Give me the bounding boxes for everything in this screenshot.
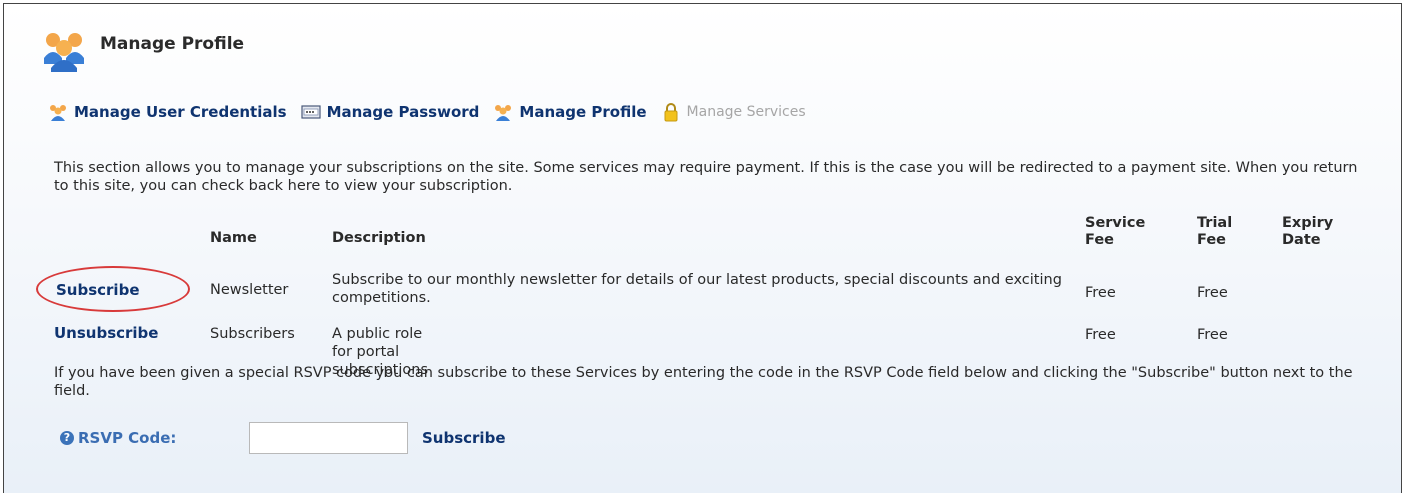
row-name: Newsletter <box>210 282 289 298</box>
rsvp-code-label: RSVP Code: <box>78 429 177 447</box>
users-icon <box>50 105 66 121</box>
column-header-service-fee: Service Fee <box>1085 215 1146 248</box>
profile-tabs: Manage User Credentials Manage Password … <box>48 99 806 125</box>
rsvp-instructions: If you have been given a special RSVP co… <box>54 365 1353 399</box>
row-trial-fee: Free <box>1197 327 1228 343</box>
manage-profile-panel: Manage Profile Manage User Credentials M… <box>3 3 1402 493</box>
tab-label: Manage User Credentials <box>74 103 287 121</box>
tab-label: Manage Services <box>686 104 806 120</box>
rsvp-form: ? RSVP Code: Subscribe <box>60 422 660 456</box>
page-title: Manage Profile <box>100 34 245 54</box>
users-icon <box>44 33 84 72</box>
row-service-fee: Free <box>1085 327 1116 343</box>
row-name: Subscribers <box>210 326 295 342</box>
row-trial-fee: Free <box>1197 285 1228 301</box>
rsvp-subscribe-button[interactable]: Subscribe <box>422 429 506 447</box>
unsubscribe-link[interactable]: Unsubscribe <box>54 324 158 342</box>
rsvp-code-input[interactable] <box>249 422 408 454</box>
column-header-expiry-date: Expiry Date <box>1282 215 1334 248</box>
highlight-circle <box>36 266 190 312</box>
column-header-trial-fee: Trial Fee <box>1197 215 1233 248</box>
tab-manage-profile[interactable]: Manage Profile <box>493 102 647 122</box>
intro-text: This section allows you to manage your s… <box>54 160 1358 194</box>
lock-icon <box>664 103 678 122</box>
row-service-fee: Free <box>1085 285 1116 301</box>
tab-manage-user-credentials[interactable]: Manage User Credentials <box>48 102 287 122</box>
password-field-icon <box>300 105 321 119</box>
tab-label: Manage Password <box>326 103 480 121</box>
tab-manage-services: Manage Services <box>661 102 806 122</box>
row-description: Subscribe to our monthly newsletter for … <box>332 272 1062 306</box>
tab-label: Manage Profile <box>519 103 647 121</box>
help-icon[interactable]: ? <box>60 431 74 445</box>
column-header-name: Name <box>210 230 257 246</box>
tab-manage-password[interactable]: Manage Password <box>300 102 480 122</box>
column-header-description: Description <box>332 230 426 246</box>
users-icon <box>495 105 512 121</box>
